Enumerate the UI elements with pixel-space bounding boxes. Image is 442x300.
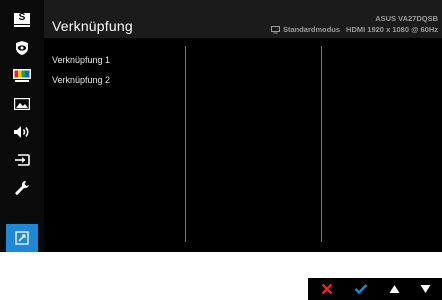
menu-item-shortcut-1[interactable]: Verknüpfung 1 <box>52 55 110 65</box>
shortcut-panel: Verknüpfung 1 Verknüpfung 2 <box>44 38 442 252</box>
main-panel: Verknüpfung ASUS VA27DQSB Standardmodus … <box>44 0 442 252</box>
close-icon <box>321 283 332 295</box>
monitor-icon <box>270 25 280 33</box>
input-select-icon <box>15 154 30 166</box>
column-divider <box>185 46 186 242</box>
down-button[interactable] <box>409 278 442 300</box>
page-title: Verknüpfung <box>52 18 133 34</box>
system-setup-icon <box>15 181 29 195</box>
sidebar-item-shortcut[interactable] <box>6 224 38 252</box>
sound-icon <box>14 126 29 138</box>
check-icon <box>354 284 367 295</box>
status-line: Standardmodus HDMI 1920 x 1080 @ 60Hz <box>270 25 438 34</box>
sidebar-item-color[interactable] <box>6 62 38 90</box>
header: Verknüpfung ASUS VA27DQSB Standardmodus … <box>44 0 442 38</box>
sidebar: S <box>0 0 44 252</box>
down-arrow-icon <box>420 285 431 293</box>
sidebar-item-image[interactable] <box>6 90 38 118</box>
image-icon <box>14 98 30 110</box>
sidebar-item-eye-care[interactable] <box>6 34 38 62</box>
up-button[interactable] <box>378 278 411 300</box>
sidebar-item-sound[interactable] <box>6 118 38 146</box>
color-icon <box>13 69 31 82</box>
mode-label: Standardmodus <box>282 25 341 34</box>
close-button[interactable] <box>310 278 343 300</box>
osd-menu: S Verknüpfung ASUS VA27DQSB Standardmodu… <box>0 0 442 252</box>
up-arrow-icon <box>389 285 400 293</box>
eye-care-icon <box>16 41 28 55</box>
sidebar-item-splendid[interactable]: S <box>6 6 38 34</box>
resolution-label: HDMI 1920 x 1080 @ 60Hz <box>346 25 438 34</box>
splendid-icon-label: S <box>18 12 26 23</box>
column-divider <box>321 46 322 242</box>
menu-item-shortcut-2[interactable]: Verknüpfung 2 <box>52 75 110 85</box>
model-name: ASUS VA27DQSB <box>375 14 438 23</box>
shortcut-icon <box>15 231 29 245</box>
osd-button-bar <box>308 278 442 300</box>
sidebar-item-input-select[interactable] <box>6 146 38 174</box>
confirm-button[interactable] <box>344 278 377 300</box>
sidebar-item-system-setup[interactable] <box>6 174 38 202</box>
splendid-icon: S <box>14 13 30 27</box>
